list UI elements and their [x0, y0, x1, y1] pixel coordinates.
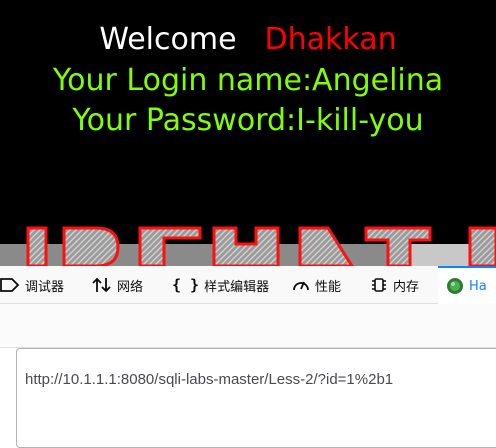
devtools-tabbar: 调试器 网络 { } 样式编辑器 性能 内存 Ha — [0, 266, 496, 304]
tab-debugger[interactable]: 调试器 — [0, 266, 64, 304]
page-viewport: Welcome Dhakkan Your Login name:Angelina … — [0, 0, 496, 266]
hackbar-toolbar — [0, 304, 496, 348]
tab-network[interactable]: 网络 — [92, 266, 143, 304]
debugger-icon — [0, 277, 20, 293]
welcome-word: Welcome — [99, 22, 237, 57]
tab-memory[interactable]: 内存 — [370, 266, 419, 304]
tab-label: 性能 — [315, 279, 342, 295]
banner-image — [0, 226, 496, 266]
network-icon — [92, 277, 112, 293]
tab-hackbar[interactable]: Ha — [438, 266, 496, 304]
password-text: Your Password:I-kill-you — [72, 103, 424, 138]
style-editor-icon: { } — [172, 276, 200, 294]
tab-style-editor[interactable]: { } 样式编辑器 — [172, 266, 269, 304]
tab-label: 网络 — [117, 279, 144, 295]
tab-label: 内存 — [393, 279, 420, 295]
performance-icon — [292, 277, 310, 293]
tab-performance[interactable]: 性能 — [292, 266, 341, 304]
login-name-text: Your Login name:Angelina — [52, 63, 444, 98]
hackbar-icon — [446, 277, 464, 295]
tab-label: 样式编辑器 — [204, 279, 270, 295]
welcome-line: Welcome Dhakkan — [0, 22, 496, 58]
tab-label: 调试器 — [25, 279, 65, 295]
memory-icon — [370, 276, 388, 294]
url-input[interactable]: http://10.1.1.1:8080/sqli-labs-master/Le… — [16, 348, 496, 448]
tab-label: Ha — [469, 278, 487, 294]
url-value: http://10.1.1.1:8080/sqli-labs-master/Le… — [25, 371, 394, 388]
welcome-name: Dhakkan — [264, 22, 397, 57]
devtools-panel: 调试器 网络 { } 样式编辑器 性能 内存 Ha http://10.1.1.… — [0, 266, 496, 448]
